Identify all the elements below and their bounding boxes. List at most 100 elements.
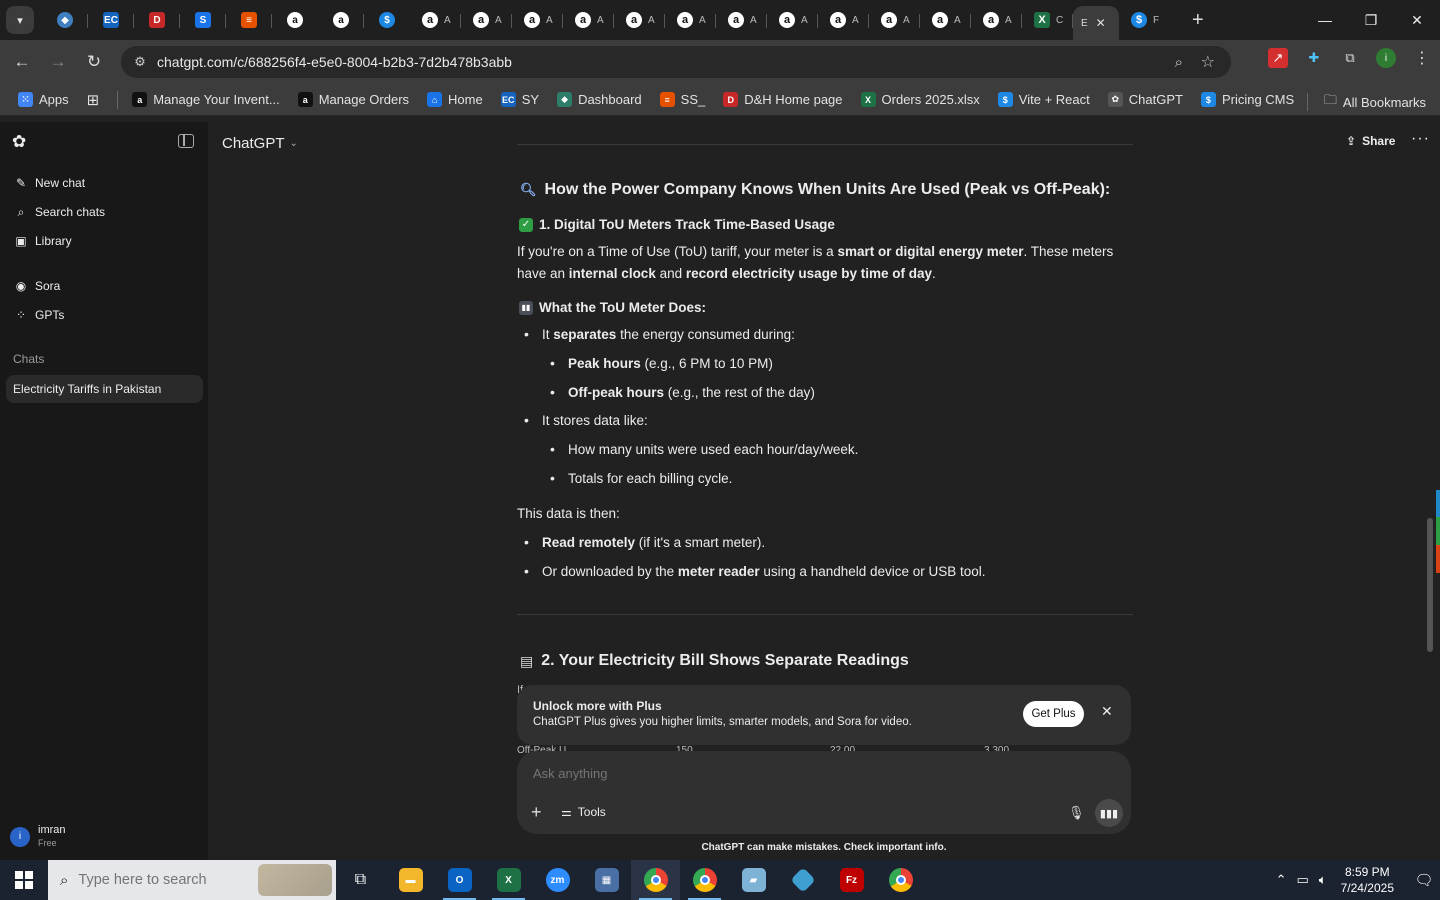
sidebar-item-library[interactable]: ▣ Library	[6, 227, 202, 255]
model-picker[interactable]: ChatGPT ⌄	[222, 135, 298, 152]
tab-title: A	[495, 14, 502, 26]
clock[interactable]: 8:59 PM 7/24/2025	[1341, 864, 1394, 896]
reload-icon[interactable]: ↻	[76, 44, 112, 80]
back-arrow-icon[interactable]: ←	[4, 44, 40, 80]
browser-menu-icon[interactable]: ⋮	[1412, 48, 1432, 68]
bookmark-pricing-cms[interactable]: $ Pricing CMS	[1200, 92, 1294, 107]
taskbar-app-explorer[interactable]: ▬	[386, 860, 435, 900]
minimize-icon[interactable]: —	[1302, 0, 1348, 40]
voice-mode-icon[interactable]: ▮▮▮	[1095, 799, 1123, 827]
chat-history-item[interactable]: Electricity Tariffs in Pakistan	[6, 375, 203, 403]
bookmark-apps[interactable]: ⁙ Apps	[18, 92, 69, 107]
tab[interactable]: $ F	[1119, 4, 1170, 36]
tab[interactable]: ≡	[226, 4, 272, 36]
zoom-icon[interactable]: ⌕	[1175, 54, 1183, 71]
taskbar-app-diamond[interactable]	[778, 860, 827, 900]
tab[interactable]: a	[318, 4, 364, 36]
active-tab[interactable]: E ✕	[1073, 6, 1119, 40]
tab[interactable]: aA	[818, 4, 869, 36]
tab[interactable]: D	[134, 4, 180, 36]
taskbar-app-filezilla[interactable]: Fz	[827, 860, 876, 900]
user-menu[interactable]: i imran Free	[10, 824, 66, 849]
tab[interactable]: aA	[614, 4, 665, 36]
profile-avatar-icon[interactable]: i	[1376, 48, 1396, 68]
taskbar-search[interactable]: ⌕	[48, 860, 336, 900]
prompt-input[interactable]	[533, 766, 1053, 781]
tab[interactable]: aA	[410, 4, 461, 36]
tab[interactable]: aA	[665, 4, 716, 36]
taskbar-app-outlook[interactable]: O	[435, 860, 484, 900]
site-info-icon[interactable]: ⚙	[125, 54, 155, 70]
chatgpt-logo-icon[interactable]: ✿	[12, 132, 32, 152]
tab-groups-icon[interactable]: ⊞	[87, 91, 100, 109]
tools-button[interactable]: ⚌ Tools	[561, 805, 606, 819]
network-icon[interactable]: ▭	[1297, 872, 1309, 888]
taskbar-search-input[interactable]	[78, 872, 249, 888]
taskbar-app-excel[interactable]: X	[484, 860, 533, 900]
sidebar-item-search-chats[interactable]: ⌕ Search chats	[6, 198, 202, 226]
task-view-button[interactable]: ⧉	[336, 860, 385, 900]
sidebar-item-sora[interactable]: ◉ Sora	[6, 272, 202, 300]
new-tab-button[interactable]: +	[1192, 9, 1204, 32]
avatar: i	[10, 826, 30, 847]
extension-icon[interactable]: ✚	[1304, 48, 1324, 68]
bookmark-manage-your-invent[interactable]: a Manage Your Invent...	[132, 92, 280, 107]
more-options-button[interactable]: ···	[1411, 130, 1430, 148]
get-plus-button[interactable]: Get Plus	[1023, 701, 1084, 727]
puzzle-extensions-icon[interactable]: ⧉	[1340, 48, 1360, 68]
tab[interactable]: aA	[716, 4, 767, 36]
add-attachment-icon[interactable]: +	[531, 802, 542, 823]
bookmark-star-icon[interactable]: ☆	[1201, 52, 1215, 72]
tab[interactable]: EC	[88, 4, 134, 36]
tab-search-button[interactable]: ▾	[6, 6, 34, 34]
bookmark-chatgpt[interactable]: ✿ ChatGPT	[1107, 92, 1183, 107]
bookmark-ss[interactable]: ≡ SS_	[659, 92, 705, 107]
amazon-favicon-icon: a	[677, 12, 693, 28]
taskbar-app-notes[interactable]: ▰	[729, 860, 778, 900]
close-tab-icon[interactable]: ✕	[1096, 16, 1106, 30]
bookmark-home[interactable]: ⌂ Home	[427, 92, 483, 107]
tab[interactable]: S	[180, 4, 226, 36]
tab[interactable]: aA	[920, 4, 971, 36]
scrollbar[interactable]	[1427, 518, 1433, 652]
taskbar-app-chrome-profile[interactable]	[876, 860, 925, 900]
sidebar-item-new-chat[interactable]: ✎ New chat	[6, 169, 202, 197]
taskbar-app-zoom[interactable]: zm	[533, 860, 582, 900]
tab[interactable]: aA	[461, 4, 512, 36]
tab[interactable]: aA	[869, 4, 920, 36]
all-bookmarks-button[interactable]: 🗀︎ All Bookmarks	[1306, 91, 1426, 113]
bookmark-manage-orders[interactable]: a Manage Orders	[297, 92, 409, 107]
tab[interactable]: aA	[512, 4, 563, 36]
close-icon[interactable]: ✕	[1101, 703, 1113, 720]
volume-icon[interactable]: 🔈︎	[1319, 872, 1327, 888]
share-button[interactable]: ⇪ Share	[1346, 134, 1395, 148]
tab[interactable]: ◆	[42, 4, 88, 36]
sidebar-toggle-icon[interactable]	[178, 134, 194, 148]
forward-arrow-icon[interactable]: →	[40, 44, 76, 80]
start-button[interactable]	[0, 860, 48, 900]
taskbar-app-chrome[interactable]	[631, 860, 680, 900]
microphone-icon[interactable]: 🎙︎	[1068, 805, 1085, 821]
tab[interactable]: XC	[1022, 4, 1073, 36]
taskbar-app-chrome-2[interactable]	[680, 860, 729, 900]
tab[interactable]: aA	[563, 4, 614, 36]
close-window-icon[interactable]: ✕	[1394, 0, 1440, 40]
bookmark-d-h-home-page[interactable]: D D&H Home page	[723, 92, 843, 107]
bookmark-orders-2025-xlsx[interactable]: X Orders 2025.xlsx	[860, 92, 980, 107]
taskbar-app-calculator[interactable]: ▦	[582, 860, 631, 900]
tab[interactable]: aA	[971, 4, 1022, 36]
bookmark-vite-react[interactable]: $ Vite + React	[997, 92, 1090, 107]
chevron-up-icon[interactable]: ⌃	[1276, 872, 1287, 888]
tab[interactable]: a	[272, 4, 318, 36]
bookmark-dashboard[interactable]: ◆ Dashboard	[557, 92, 642, 107]
tab[interactable]: $	[364, 4, 410, 36]
sidebar-item-gpts[interactable]: ⁘ GPTs	[6, 301, 202, 329]
extension-icon[interactable]: ↗	[1268, 48, 1288, 68]
notification-icon[interactable]: 🗨︎	[1408, 871, 1440, 889]
bookmark-sy[interactable]: EC SY	[500, 92, 539, 107]
url-text[interactable]: chatgpt.com/c/688256f4-e5e0-8004-b2b3-7d…	[157, 54, 512, 70]
search-highlight-image	[258, 864, 332, 896]
restore-icon[interactable]: ❐	[1348, 0, 1394, 40]
address-bar[interactable]: ⚙ chatgpt.com/c/688256f4-e5e0-8004-b2b3-…	[121, 46, 1231, 78]
tab[interactable]: aA	[767, 4, 818, 36]
